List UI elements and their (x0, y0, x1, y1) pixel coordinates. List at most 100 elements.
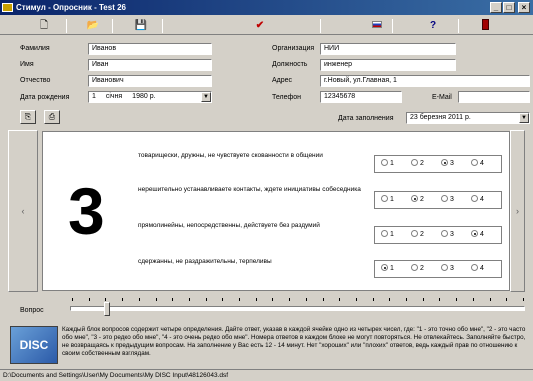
patronymic-field[interactable]: Иванович (88, 75, 212, 87)
maximize-button[interactable]: □ (503, 2, 515, 13)
toolbar: 🗋 📂 💾 ✔ ? (0, 17, 533, 35)
option-2-radio[interactable]: 2 (411, 230, 424, 240)
radio-circle[interactable] (471, 195, 478, 202)
option-1-radio[interactable]: 1 (381, 159, 394, 169)
help-icon[interactable]: ? (426, 19, 440, 33)
option-4-radio[interactable]: 4 (471, 159, 484, 169)
address-field[interactable]: г.Новый, ул.Главная, 1 (320, 75, 530, 87)
radio-circle[interactable] (411, 195, 418, 202)
radio-circle[interactable] (381, 230, 388, 237)
option-1-radio[interactable]: 1 (381, 195, 394, 205)
name-field[interactable]: Иван (88, 59, 212, 71)
name-label: Имя (20, 61, 34, 68)
app-window: Стимул - Опросник - Test 26 _ □ × 🗋 📂 💾 … (0, 0, 533, 381)
print-icon[interactable]: ⎙ (44, 110, 60, 124)
option-label: 1 (390, 231, 394, 238)
chevron-down-icon[interactable]: ▼ (201, 92, 211, 102)
slider-thumb[interactable] (104, 302, 111, 316)
question-slider[interactable] (68, 296, 528, 318)
statement-4-text: сдержанны, не раздражительны, терпеливы (138, 258, 272, 265)
flag-icon[interactable] (370, 19, 384, 33)
question-progress-label: Вопрос (20, 307, 44, 314)
toolbar-separator (458, 19, 459, 33)
slider-tick (205, 298, 207, 301)
option-3-radio[interactable]: 3 (441, 159, 454, 169)
option-label: 1 (390, 160, 394, 167)
radio-circle[interactable] (381, 264, 388, 271)
slider-tick (239, 298, 241, 301)
radio-circle[interactable] (411, 230, 418, 237)
chevron-down-icon[interactable]: ▼ (519, 113, 529, 123)
organization-field[interactable]: НИИ (320, 43, 456, 55)
option-label: 2 (420, 265, 424, 272)
prev-block-button[interactable]: ‹ (8, 130, 38, 292)
minimize-button[interactable]: _ (490, 2, 502, 13)
option-label: 3 (450, 265, 454, 272)
slider-tick (138, 298, 140, 301)
radio-circle[interactable] (441, 159, 448, 166)
option-label: 3 (450, 196, 454, 203)
option-4-radio[interactable]: 4 (471, 195, 484, 205)
option-label: 2 (420, 196, 424, 203)
surname-label: Фамилия (20, 45, 50, 52)
option-label: 3 (450, 231, 454, 238)
open-folder-icon[interactable]: 📂 (86, 19, 100, 33)
fill-date-label: Дата заполнения (338, 115, 394, 122)
checkmark-icon[interactable]: ✔ (253, 19, 267, 33)
slider-tick (272, 298, 274, 301)
phone-label: Телефон (272, 94, 302, 101)
slider-tick (339, 298, 341, 301)
statement-3-text: прямолинейны, непосредственны, действует… (138, 222, 320, 229)
radio-circle[interactable] (381, 195, 388, 202)
slider-tick (172, 298, 174, 301)
email-field[interactable] (458, 91, 530, 103)
copy-icon[interactable]: ⎘ (20, 110, 36, 124)
new-doc-icon[interactable]: 🗋 (37, 19, 51, 33)
statement-2-text: нерешительно устанавливаете контакты, жд… (138, 186, 361, 193)
radio-circle[interactable] (441, 230, 448, 237)
radio-circle[interactable] (411, 264, 418, 271)
radio-circle[interactable] (381, 159, 388, 166)
slider-tick (88, 298, 90, 301)
fill-date-picker[interactable]: 23 березня 2011 р. ▼ (406, 112, 530, 124)
option-4-radio[interactable]: 4 (471, 230, 484, 240)
slider-tick (439, 298, 441, 301)
radio-circle[interactable] (441, 264, 448, 271)
slider-track[interactable] (70, 306, 525, 311)
option-2-radio[interactable]: 2 (411, 159, 424, 169)
position-field[interactable]: инженер (320, 59, 456, 71)
option-1-radio[interactable]: 1 (381, 230, 394, 240)
option-label: 1 (390, 265, 394, 272)
birth-month: січня (105, 93, 123, 100)
radio-circle[interactable] (471, 230, 478, 237)
slider-tick (355, 298, 357, 301)
birth-date-picker[interactable]: 1 січня 1980 р. ▼ (88, 91, 212, 103)
save-disk-icon[interactable]: 💾 (134, 19, 148, 33)
option-3-radio[interactable]: 3 (441, 195, 454, 205)
radio-circle[interactable] (411, 159, 418, 166)
radio-circle[interactable] (471, 159, 478, 166)
option-label: 1 (390, 196, 394, 203)
option-1-radio[interactable]: 1 (381, 264, 394, 274)
slider-tick (456, 298, 458, 301)
toolbar-separator (112, 19, 113, 33)
radio-circle[interactable] (471, 264, 478, 271)
surname-field[interactable]: Иванов (88, 43, 212, 55)
close-button[interactable]: × (518, 2, 530, 13)
option-2-radio[interactable]: 2 (411, 264, 424, 274)
slider-tick (155, 298, 157, 301)
next-block-button[interactable]: › (510, 130, 525, 292)
radio-circle[interactable] (441, 195, 448, 202)
slider-tick (389, 298, 391, 301)
slider-tick (506, 298, 508, 301)
option-2-radio[interactable]: 2 (411, 195, 424, 205)
option-3-radio[interactable]: 3 (441, 230, 454, 240)
phone-field[interactable]: 12345678 (320, 91, 402, 103)
exit-door-icon[interactable] (478, 19, 492, 33)
block-number: 3 (68, 174, 105, 248)
slider-tick (406, 298, 408, 301)
option-3-radio[interactable]: 3 (441, 264, 454, 274)
toolbar-separator (392, 19, 393, 33)
toolbar-separator (320, 19, 321, 33)
option-4-radio[interactable]: 4 (471, 264, 484, 274)
